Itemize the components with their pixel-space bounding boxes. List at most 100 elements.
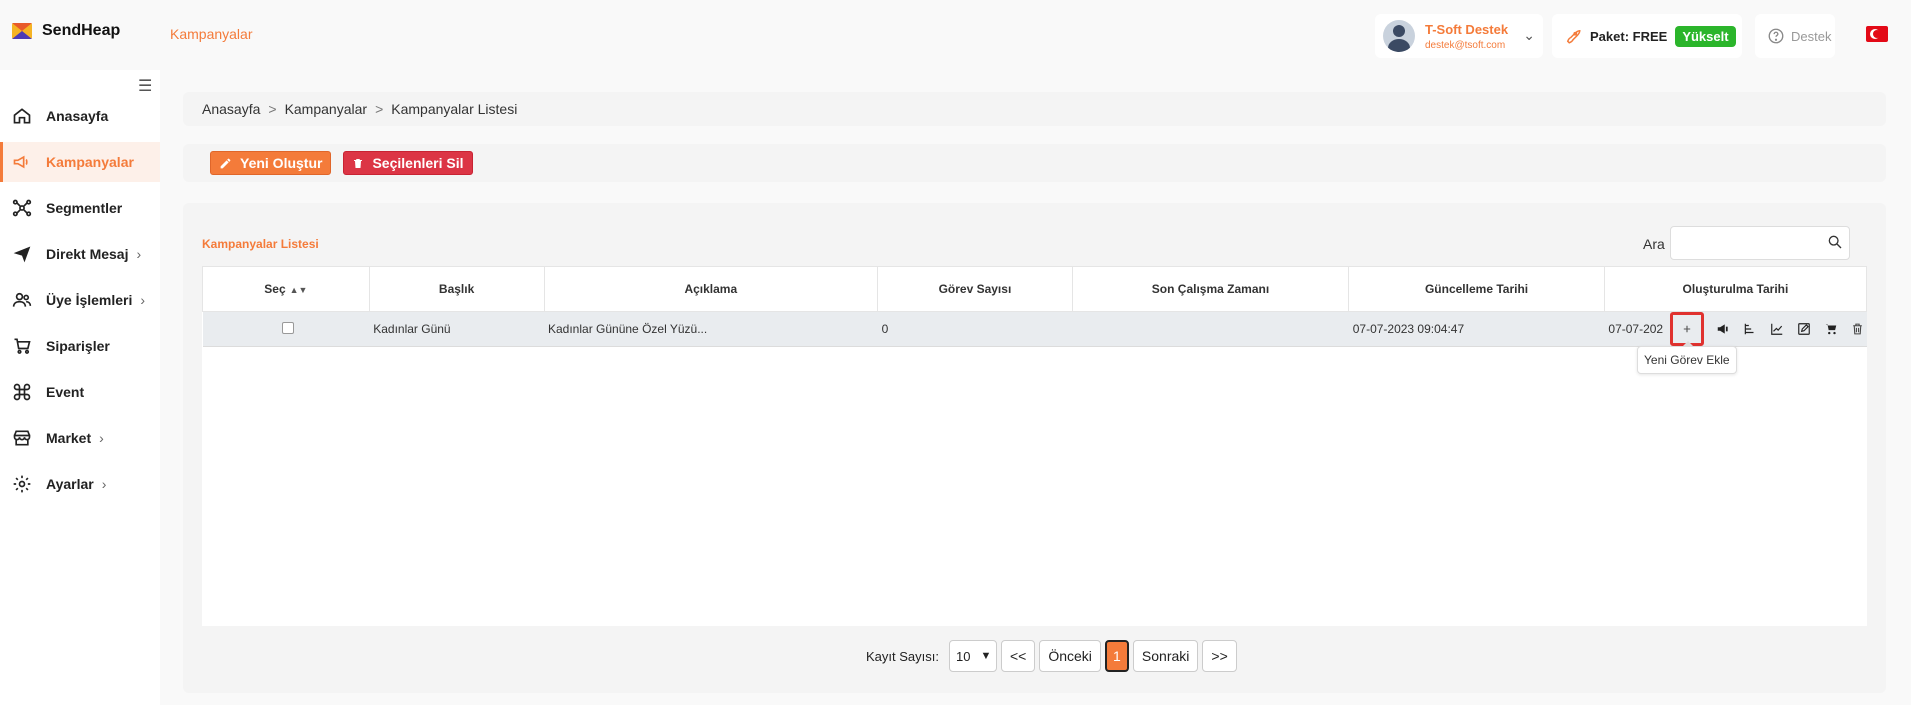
orders-button[interactable] — [1822, 321, 1839, 338]
sidebar-item-label: Siparişler — [46, 338, 110, 354]
column-header-task-count: Görev Sayısı — [877, 266, 1073, 312]
previous-page-button[interactable]: Önceki — [1039, 640, 1101, 672]
page-size-select[interactable]: 10 ▼ — [948, 640, 997, 672]
page-title: Kampanyalar — [170, 26, 253, 42]
delete-row-button[interactable] — [1849, 321, 1866, 338]
first-page-button[interactable]: << — [1000, 640, 1036, 672]
announce-button[interactable] — [1714, 321, 1731, 338]
gear-icon — [13, 475, 31, 493]
breadcrumb-separator: > — [268, 101, 277, 117]
breadcrumb-separator: > — [375, 101, 384, 117]
chevron-down-icon[interactable]: ⌄ — [1523, 27, 1535, 44]
row-actions — [1670, 312, 1866, 346]
sidebar-item-orders[interactable]: Siparişler — [0, 326, 160, 366]
column-header-select[interactable]: Seç ▲▼ — [202, 266, 370, 312]
pagination: Kayıt Sayısı: 10 ▼ << Önceki 1 Sonraki >… — [866, 640, 1237, 672]
language-flag-icon[interactable] — [1866, 26, 1888, 42]
sidebar-item-home[interactable]: Anasayfa — [0, 96, 160, 136]
sidebar-item-label: Segmentler — [46, 200, 123, 216]
sidebar-item-label: Üye İşlemleri — [46, 292, 133, 308]
support-button[interactable]: Destek — [1755, 14, 1835, 58]
user-email: destek@tsoft.com — [1425, 39, 1506, 51]
chevron-right-icon: › — [101, 476, 107, 492]
campaign-table: Seç ▲▼ Başlık Açıklama Görev Sayısı Son Ç… — [202, 266, 1868, 626]
add-task-tooltip: Yeni Görev Ekle — [1637, 341, 1737, 374]
store-icon — [13, 430, 31, 446]
sidebar-item-market[interactable]: Market › — [0, 418, 160, 458]
create-button[interactable]: Yeni Oluştur — [210, 151, 332, 175]
edit-button[interactable] — [1795, 321, 1812, 338]
column-header-title: Başlık — [368, 266, 545, 312]
next-page-button[interactable]: Sonraki — [1132, 640, 1199, 672]
upgrade-button[interactable]: Yükselt — [1675, 25, 1736, 47]
row-title: Kadınlar Günü — [369, 311, 544, 347]
send-icon — [13, 246, 31, 263]
last-page-button[interactable]: >> — [1202, 640, 1237, 672]
users-icon — [12, 292, 32, 307]
package-label: Paket: FREE — [1590, 28, 1668, 44]
sidebar-item-label: Kampanyalar — [46, 154, 134, 170]
sort-icon[interactable]: ▲▼ — [290, 285, 308, 295]
create-button-label: Yeni Oluştur — [240, 155, 323, 171]
sidebar-item-event[interactable]: Event — [0, 372, 160, 412]
user-name: T-Soft Destek — [1425, 21, 1509, 37]
row-select-cell — [202, 311, 370, 347]
chevron-right-icon: › — [99, 430, 104, 446]
column-header-updated: Güncelleme Tarihi — [1348, 266, 1605, 312]
sidebar-item-label: Market — [46, 430, 92, 446]
breadcrumb-current: Kampanyalar Listesi — [391, 101, 518, 117]
command-icon — [13, 383, 31, 401]
row-task-count: 0 — [877, 311, 1073, 347]
home-icon — [13, 108, 31, 124]
trash-icon — [354, 158, 363, 168]
sidebar-item-settings[interactable]: Ayarlar › — [0, 464, 160, 504]
breadcrumb-home[interactable]: Anasayfa — [202, 101, 260, 117]
support-label: Destek — [1791, 28, 1832, 44]
sidebar-item-label: Event — [46, 384, 85, 400]
row-last-run — [1072, 311, 1349, 347]
row-updated: 07-07-2023 09:04:47 — [1348, 311, 1605, 347]
table-header-row: Seç ▲▼ Başlık Açıklama Görev Sayısı Son Ç… — [202, 266, 1868, 312]
tree-list-icon — [1744, 323, 1754, 335]
column-header-created: Oluşturulma Tarihi — [1603, 266, 1868, 312]
column-header-last-run: Son Çalışma Zamanı — [1071, 266, 1350, 312]
avatar — [1383, 20, 1415, 52]
list-title: Kampanyalar Listesi — [202, 237, 319, 251]
megaphone-icon — [13, 155, 28, 169]
statistics-button[interactable] — [1768, 321, 1785, 338]
sidebar-item-segments[interactable]: Segmentler — [0, 188, 160, 228]
chevron-right-icon: › — [140, 292, 146, 308]
cart-icon — [1825, 324, 1837, 335]
tasks-list-button[interactable] — [1741, 321, 1758, 338]
row-description: Kadınlar Gününe Özel Yüzü... — [544, 311, 878, 347]
top-bar: SendHeap Kampanyalar T-Soft Destek deste… — [0, 0, 1911, 70]
page-button-current[interactable]: 1 — [1104, 640, 1129, 672]
page-size-value: 10 — [955, 648, 971, 664]
chart-line-icon — [1771, 323, 1783, 335]
sidebar-collapse-icon[interactable]: ☰ — [138, 76, 152, 96]
network-icon — [12, 199, 32, 217]
sidebar-item-members[interactable]: Üye İşlemleri › — [0, 280, 160, 320]
help-icon — [1768, 28, 1784, 44]
search-icon[interactable] — [1827, 234, 1843, 250]
pencil-icon — [220, 158, 231, 168]
table-row: Kadınlar Günü Kadınlar Gününe Özel Yüzü.… — [202, 311, 1867, 347]
delete-selected-button[interactable]: Seçilenleri Sil — [343, 151, 473, 175]
chevron-down-icon: ▼ — [980, 650, 992, 662]
sidebar-item-label: Ayarlar — [46, 476, 94, 492]
breadcrumb: Anasayfa > Kampanyalar > Kampanyalar Lis… — [183, 92, 1886, 126]
row-checkbox[interactable] — [281, 321, 294, 334]
action-bar: Yeni Oluştur Seçilenleri Sil — [183, 144, 1886, 182]
trash-icon — [1853, 323, 1863, 335]
breadcrumb-campaigns[interactable]: Kampanyalar — [285, 101, 368, 117]
sidebar-item-direct-message[interactable]: Direkt Mesaj › — [0, 234, 160, 274]
logo[interactable]: SendHeap — [12, 22, 120, 40]
plus-icon — [1684, 325, 1691, 333]
sidebar-item-campaigns[interactable]: Kampanyalar — [0, 142, 160, 182]
rocket-icon — [1566, 29, 1581, 44]
cart-icon — [14, 338, 31, 354]
megaphone-icon — [1717, 324, 1728, 334]
search-input[interactable] — [1670, 226, 1850, 260]
delete-selected-label: Seçilenleri Sil — [372, 155, 464, 171]
user-menu[interactable]: T-Soft Destek destek@tsoft.com ⌄ — [1375, 14, 1543, 58]
